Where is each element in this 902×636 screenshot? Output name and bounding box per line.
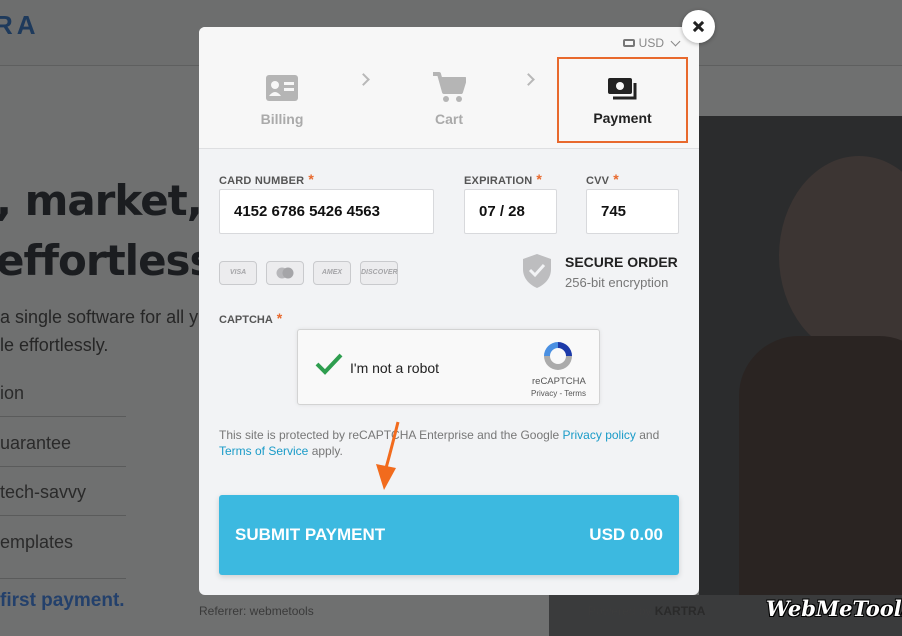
annotation-arrow-icon [376, 421, 400, 490]
background-subtitle-2: le effortlessly. [0, 335, 109, 355]
powered-by-brand: KARTRA [654, 604, 706, 618]
powered-by: Powered by KARTRA [588, 604, 705, 618]
expiration-label: EXPIRATION * [464, 171, 542, 187]
cvv-input[interactable]: 745 [586, 189, 679, 234]
step-cart-label: Cart [434, 111, 463, 127]
money-icon [607, 78, 636, 100]
submit-payment-amount: USD 0.00 [589, 525, 663, 544]
mastercard-icon [266, 261, 304, 285]
chevron-right-icon [357, 73, 370, 86]
cvv-label-text: CVV [586, 175, 610, 187]
background-list-item: emplates [0, 532, 74, 552]
shield-check-icon [523, 254, 551, 288]
checkmark-icon[interactable] [314, 352, 344, 376]
amex-icon: AMEX [313, 261, 351, 285]
expiration-input[interactable]: 07 / 28 [464, 189, 557, 234]
submit-payment-button[interactable]: SUBMIT PAYMENT USD 0.00 [219, 495, 679, 575]
submit-payment-label: SUBMIT PAYMENT [235, 525, 386, 544]
privacy-policy-link[interactable]: Privacy policy [563, 428, 636, 442]
background-subtitle-1: a single software for all y [0, 307, 199, 327]
close-button[interactable] [682, 10, 715, 43]
required-mark: * [276, 310, 283, 326]
watermark-logo: WebMeTools [766, 596, 902, 621]
currency-label: USD [638, 36, 664, 50]
step-payment[interactable]: Payment [557, 57, 688, 143]
background-list-item: tech-savvy [0, 482, 87, 502]
visa-icon: VISA [219, 261, 257, 285]
background-logo: RA [0, 10, 40, 40]
expiration-label-text: EXPIRATION [464, 175, 533, 187]
background-link: first payment. [0, 590, 125, 611]
checkout-steps-header: USD Billing Cart Payment [199, 27, 699, 149]
background-divider [0, 466, 126, 467]
recaptcha-brand: reCAPTCHA [532, 376, 586, 387]
card-number-input[interactable]: 4152 6786 5426 4563 [219, 189, 434, 234]
cart-icon [433, 72, 466, 102]
checkout-modal: USD Billing Cart Payment CARD NUMBER * 4… [199, 27, 699, 595]
background-headline-2: effortlessl [0, 236, 228, 285]
money-icon [622, 39, 635, 47]
step-billing-label: Billing [260, 111, 304, 127]
secure-order-subtitle: 256-bit encryption [565, 275, 669, 290]
recaptcha-widget[interactable]: I'm not a robot reCAPTCHA Privacy - Term… [297, 329, 600, 405]
step-billing[interactable]: Billing [218, 57, 346, 141]
recaptcha-notice: This site is protected by reCAPTCHA Ente… [219, 427, 679, 459]
background-divider [0, 578, 126, 579]
background-list-item: ion [0, 383, 25, 403]
required-mark: * [613, 171, 619, 187]
card-number-label: CARD NUMBER * [219, 171, 314, 187]
card-brands: VISA AMEX DISCOVER [219, 261, 398, 285]
step-payment-label: Payment [593, 110, 652, 126]
background-divider [0, 515, 126, 516]
referrer-text: Referrer: webmetools [199, 604, 314, 618]
notice-text: apply. [311, 444, 343, 458]
cvv-label: CVV * [586, 171, 619, 187]
powered-by-prefix: Powered by [588, 604, 652, 618]
recaptcha-text: I'm not a robot [350, 360, 440, 376]
recaptcha-terms[interactable]: Privacy - Terms [531, 389, 586, 398]
id-card-icon [266, 75, 298, 101]
secure-order-title: SECURE ORDER [565, 254, 678, 270]
discover-icon: DISCOVER [360, 261, 398, 285]
step-cart[interactable]: Cart [385, 57, 513, 141]
card-number-label-text: CARD NUMBER [219, 175, 305, 187]
chevron-right-icon [522, 73, 535, 86]
recaptcha-logo-icon [544, 342, 572, 370]
captcha-label: CAPTCHA * [219, 310, 282, 326]
required-mark: * [308, 171, 314, 187]
background-divider [0, 416, 126, 417]
required-mark: * [536, 171, 543, 187]
background-photo [699, 116, 902, 636]
background-list-item: uarantee [0, 433, 72, 453]
captcha-label-text: CAPTCHA [219, 314, 273, 326]
chevron-down-icon [670, 36, 681, 46]
notice-text: and [639, 428, 660, 442]
terms-of-service-link[interactable]: Terms of Service [219, 444, 308, 458]
currency-selector[interactable]: USD [622, 36, 681, 50]
